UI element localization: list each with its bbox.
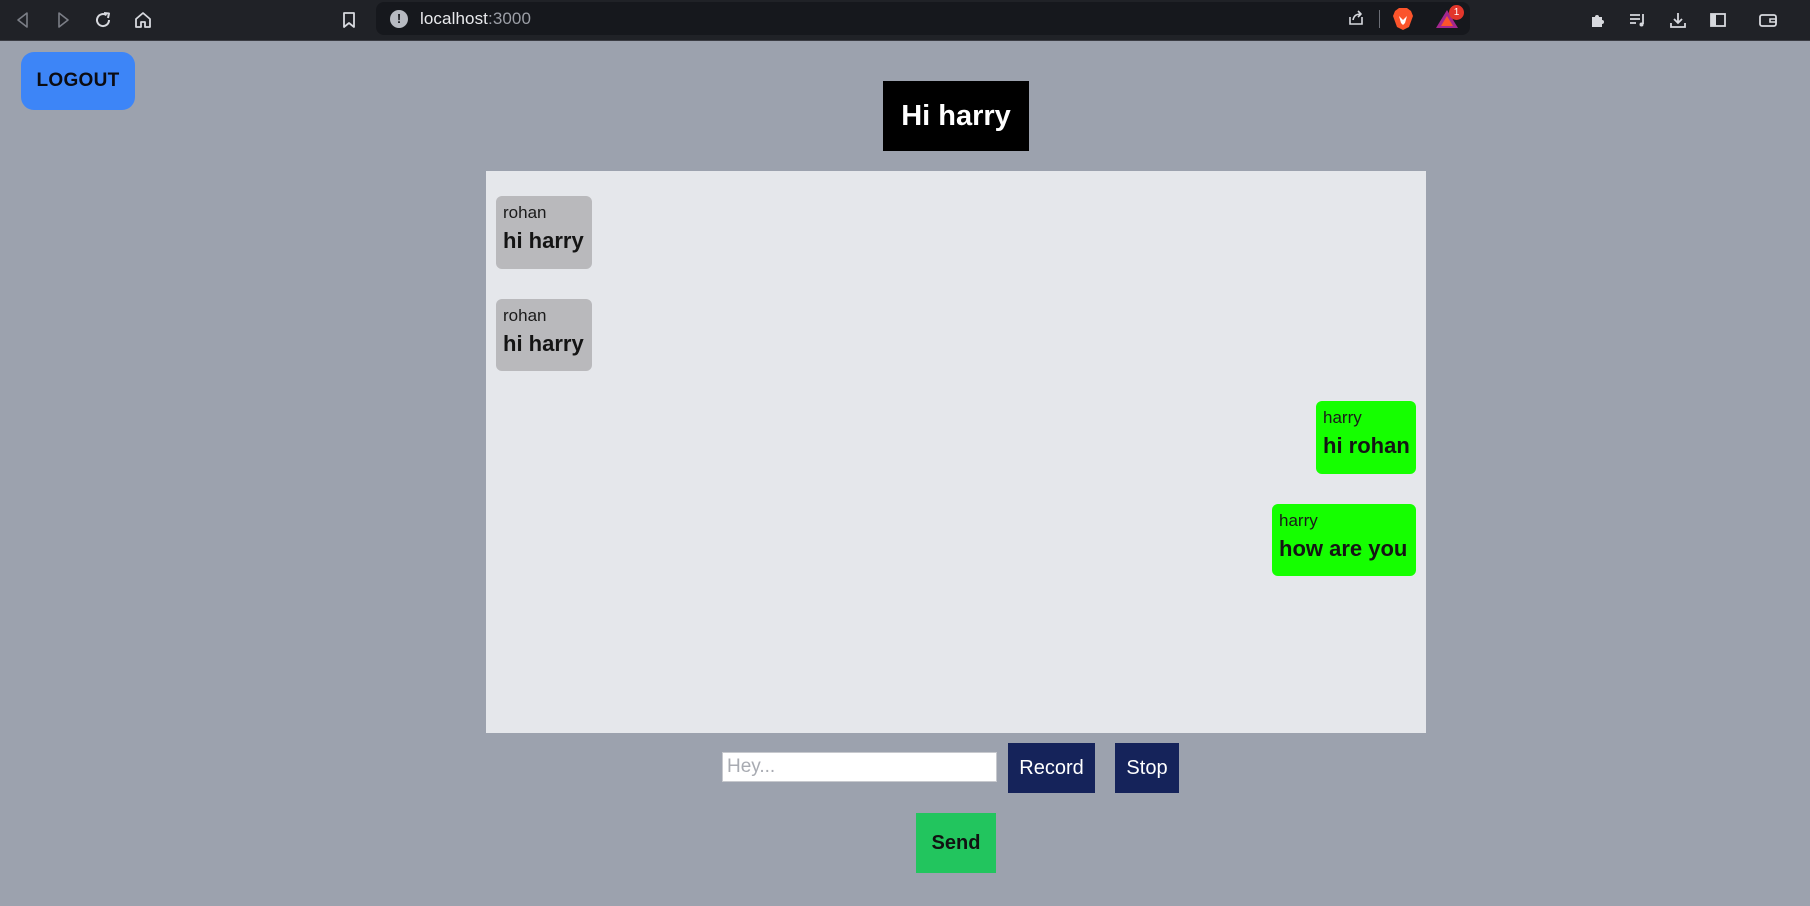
sidebar-icon[interactable] (1704, 6, 1732, 34)
message-text: how are you (1279, 536, 1408, 561)
message-text: hi harry (503, 331, 584, 356)
url-separator (1379, 10, 1380, 28)
address-bar[interactable]: ! localhost:3000 1 (376, 2, 1470, 35)
message-text: hi rohan (1323, 433, 1410, 458)
bookmark-icon[interactable] (335, 6, 363, 34)
site-info-icon[interactable]: ! (390, 10, 408, 28)
logout-button[interactable]: LOGOUT (21, 52, 135, 110)
send-button[interactable]: Send (916, 813, 996, 873)
message-bubble: harry hi rohan (1316, 401, 1416, 474)
downloads-icon[interactable] (1664, 6, 1692, 34)
record-button[interactable]: Record (1008, 743, 1095, 793)
browser-toolbar: ! localhost:3000 1 (0, 0, 1810, 41)
stop-button[interactable]: Stop (1115, 743, 1179, 793)
share-icon[interactable] (1342, 4, 1370, 32)
rewards-badge: 1 (1449, 5, 1464, 20)
chat-messages[interactable]: rohan hi harry rohan hi harry harry hi r… (486, 171, 1426, 733)
message-text: hi harry (503, 228, 584, 253)
message-sender: harry (1279, 511, 1318, 530)
message-input[interactable] (722, 752, 997, 782)
home-icon[interactable] (129, 6, 157, 34)
message-sender: harry (1323, 408, 1362, 427)
message-bubble: harry how are you (1272, 504, 1416, 576)
url-text[interactable]: localhost:3000 (420, 9, 531, 29)
brave-shields-icon[interactable] (1392, 7, 1414, 31)
playlist-icon[interactable] (1624, 6, 1652, 34)
back-icon[interactable] (9, 6, 37, 34)
message-bubble: rohan hi harry (496, 299, 592, 371)
reload-icon[interactable] (89, 6, 117, 34)
message-bubble: rohan hi harry (496, 196, 592, 269)
url-port: :3000 (488, 9, 532, 28)
message-sender: rohan (503, 306, 547, 325)
url-host: localhost (420, 9, 488, 28)
wallet-icon[interactable] (1754, 6, 1782, 34)
message-sender: rohan (503, 203, 547, 222)
extensions-icon[interactable] (1584, 6, 1612, 34)
composer-bar: Record Stop (0, 743, 1810, 793)
forward-icon[interactable] (49, 6, 77, 34)
greeting-title: Hi harry (883, 81, 1029, 151)
